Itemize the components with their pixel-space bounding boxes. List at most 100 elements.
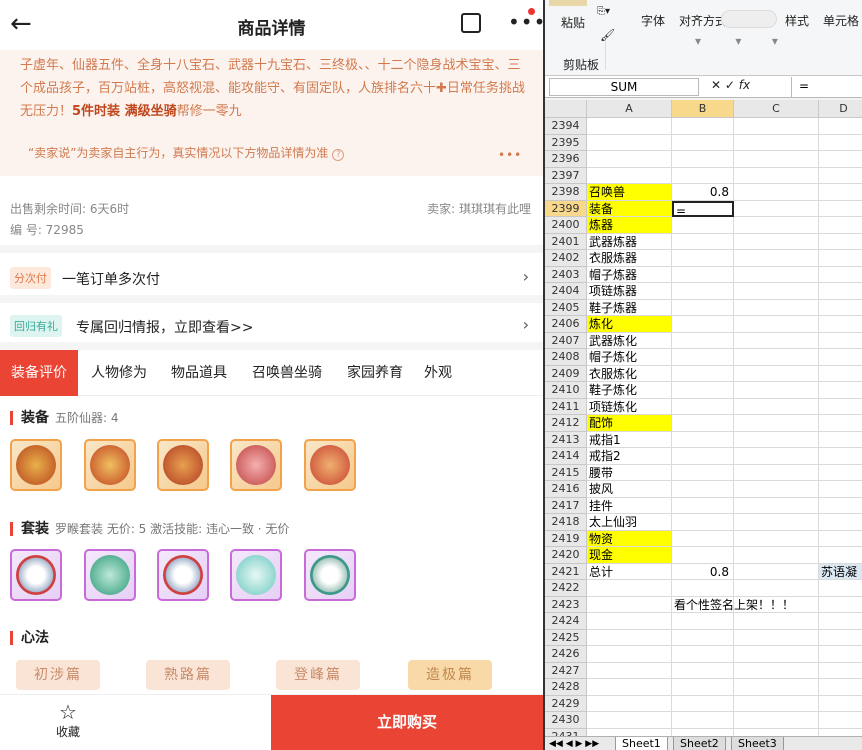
cell-B2423[interactable]: 看个性签名上架！！！	[672, 596, 794, 613]
cell-C2404[interactable]	[734, 283, 819, 300]
cell-D2407[interactable]	[819, 333, 862, 349]
cell-B2396[interactable]	[672, 151, 734, 168]
cell-C2430[interactable]	[734, 712, 819, 729]
row-header[interactable]: 2415	[545, 464, 587, 481]
cell-A2418[interactable]: 太上仙羽	[587, 514, 672, 531]
cell-B2424[interactable]	[672, 613, 734, 630]
cell-A2396[interactable]	[587, 151, 672, 168]
equip-item[interactable]	[304, 439, 356, 491]
fx-icon[interactable]: fx	[739, 78, 750, 92]
cell-B2412[interactable]	[672, 415, 734, 432]
cell-A2426[interactable]	[587, 646, 672, 663]
cell-B2422[interactable]	[672, 580, 734, 597]
cell-A2407[interactable]: 武器炼化	[587, 332, 672, 349]
cell-D2424[interactable]	[819, 613, 862, 630]
cell-C2420[interactable]	[734, 547, 819, 564]
cell-D2421[interactable]: 苏语凝	[819, 563, 862, 580]
row-header[interactable]: 2395	[545, 134, 587, 151]
row-header[interactable]: 2419	[545, 530, 587, 547]
cell-C2426[interactable]	[734, 646, 819, 663]
cell-C2428[interactable]	[734, 679, 819, 696]
buy-now-button[interactable]: 立即购买	[271, 695, 543, 750]
cell-D2409[interactable]	[819, 366, 862, 382]
align-group[interactable]: 对齐方式	[679, 12, 727, 29]
cell-B2399[interactable]: =	[672, 200, 734, 218]
row-header[interactable]: 2396	[545, 151, 587, 168]
cell-D2426[interactable]	[819, 646, 862, 663]
tab-appearance[interactable]: 外观	[418, 350, 458, 396]
cell-A2414[interactable]: 戒指2	[587, 448, 672, 465]
row-header[interactable]: 2402	[545, 250, 587, 267]
tab-equipment[interactable]: 装备评价	[0, 350, 78, 396]
row-header[interactable]: 2427	[545, 662, 587, 679]
xinfa-pill[interactable]: 造极篇	[408, 660, 492, 690]
suit-item[interactable]	[157, 549, 209, 601]
question-icon[interactable]: ?	[332, 149, 345, 161]
suit-item[interactable]	[304, 549, 356, 601]
cell-C2399[interactable]	[734, 200, 819, 217]
cell-B2416[interactable]	[672, 481, 734, 498]
row-header[interactable]: 2417	[545, 497, 587, 514]
name-box[interactable]: SUM	[549, 78, 699, 96]
row-header[interactable]: 2429	[545, 695, 587, 712]
style-group[interactable]: 样式	[785, 12, 809, 29]
column-header-A[interactable]: A	[587, 100, 672, 118]
cell-D2404[interactable]	[819, 283, 862, 300]
cell-C2427[interactable]	[734, 662, 819, 679]
more-icon[interactable]: •••	[508, 10, 543, 34]
cell-group[interactable]: 单元格	[823, 12, 859, 29]
cell-A2400[interactable]: 炼器	[587, 217, 672, 234]
cell-B2417[interactable]	[672, 497, 734, 514]
cell-A2421[interactable]: 总计	[587, 563, 672, 580]
cell-A2398[interactable]: 召唤兽	[587, 184, 672, 201]
cell-A2406[interactable]: 炼化	[587, 316, 672, 333]
cell-D2412[interactable]	[819, 415, 862, 432]
installment-row[interactable]: 分次付 一笔订单多次付 ›	[0, 255, 543, 295]
cell-C2402[interactable]	[734, 250, 819, 267]
suit-item[interactable]	[230, 549, 282, 601]
row-header[interactable]: 2397	[545, 167, 587, 184]
cell-C2407[interactable]	[734, 332, 819, 349]
cell-A2416[interactable]: 披风	[587, 481, 672, 498]
cell-C2422[interactable]	[734, 580, 819, 597]
xinfa-pill[interactable]: 初涉篇	[16, 660, 100, 690]
cell-B2420[interactable]	[672, 547, 734, 564]
row-header[interactable]: 2409	[545, 365, 587, 382]
row-header[interactable]: 2412	[545, 415, 587, 432]
share-icon[interactable]	[461, 13, 481, 33]
cell-C2415[interactable]	[734, 464, 819, 481]
tab-home[interactable]: 家园养育	[338, 350, 412, 396]
cell-C2405[interactable]	[734, 299, 819, 316]
row-header[interactable]: 2426	[545, 646, 587, 663]
cell-D2425[interactable]	[819, 630, 862, 646]
equip-item[interactable]	[84, 439, 136, 491]
cell-B2415[interactable]	[672, 464, 734, 481]
cell-B2411[interactable]	[672, 398, 734, 415]
cell-D2414[interactable]	[819, 448, 862, 465]
cell-C2421[interactable]	[734, 563, 819, 580]
equip-item[interactable]	[230, 439, 282, 491]
cell-D2427[interactable]	[819, 663, 862, 679]
cell-B2414[interactable]	[672, 448, 734, 465]
cell-B2405[interactable]	[672, 299, 734, 316]
xinfa-pill[interactable]: 熟路篇	[146, 660, 230, 690]
cell-B2398[interactable]: 0.8	[672, 184, 734, 201]
row-header[interactable]: 2410	[545, 382, 587, 399]
sheet-tab-2[interactable]: Sheet2	[673, 737, 726, 750]
paste-icon[interactable]	[549, 0, 587, 6]
cell-C2408[interactable]	[734, 349, 819, 366]
cell-C2414[interactable]	[734, 448, 819, 465]
cell-A2394[interactable]	[587, 118, 672, 135]
cell-C2413[interactable]	[734, 431, 819, 448]
row-header[interactable]: 2403	[545, 266, 587, 283]
equip-item[interactable]	[10, 439, 62, 491]
cell-D2419[interactable]	[819, 531, 862, 547]
cell-A2404[interactable]: 项链炼器	[587, 283, 672, 300]
cell-A2415[interactable]: 腰带	[587, 464, 672, 481]
cell-D2394[interactable]	[819, 118, 862, 135]
cell-D2430[interactable]	[819, 712, 862, 729]
cell-C2395[interactable]	[734, 134, 819, 151]
cell-C2394[interactable]	[734, 118, 819, 135]
cell-B2394[interactable]	[672, 118, 734, 135]
cell-B2402[interactable]	[672, 250, 734, 267]
